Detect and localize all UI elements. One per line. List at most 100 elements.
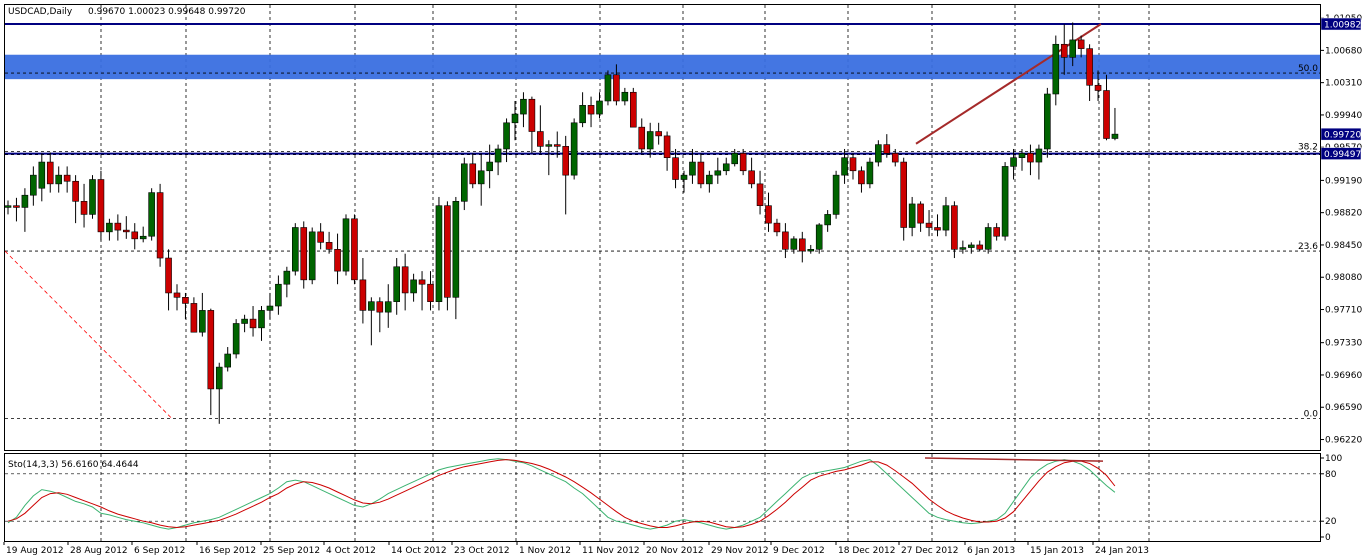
- candle-body: [258, 310, 265, 329]
- candle-body: [858, 170, 865, 185]
- candle-body: [224, 353, 231, 368]
- symbol-title: USDCAD,Daily: [8, 7, 73, 17]
- fib-level-label: 50.0: [1298, 64, 1318, 74]
- candle-body: [773, 222, 781, 233]
- candle-body: [63, 174, 71, 182]
- candle-body: [46, 161, 54, 185]
- candle-body: [1103, 90, 1110, 139]
- candle-body: [1044, 93, 1051, 150]
- x-tick-label: 24 Jan 2013: [1095, 546, 1149, 556]
- candle-body: [308, 231, 316, 281]
- candle-body: [680, 174, 688, 180]
- candle-body: [993, 227, 1000, 237]
- candle-body: [1027, 153, 1034, 163]
- candle-body: [30, 174, 37, 196]
- y-tick-label: 0.97330: [1325, 339, 1362, 349]
- candle-body: [537, 131, 544, 147]
- x-tick-label: 6 Jan 2013: [967, 546, 1015, 556]
- candle-body: [782, 231, 789, 250]
- candle-body: [173, 292, 181, 298]
- candle-body: [1010, 157, 1017, 167]
- candle-body: [959, 247, 967, 250]
- candle-body: [452, 201, 460, 298]
- candle-body: [849, 157, 857, 172]
- candle-body: [596, 100, 603, 115]
- stoch-tick-label: 20: [1325, 517, 1337, 527]
- candle-body: [38, 161, 46, 189]
- fib-level-label: 38.2: [1298, 143, 1318, 153]
- candle-body: [629, 91, 637, 128]
- candle-body: [900, 161, 908, 228]
- candle-body: [663, 135, 671, 158]
- y-tick-label: 0.96960: [1325, 371, 1362, 381]
- candle-body: [621, 91, 629, 102]
- candle-body: [613, 74, 620, 102]
- candle-body: [435, 205, 443, 302]
- candle-body: [731, 153, 739, 165]
- candle-body: [232, 323, 240, 355]
- x-tick-label: 14 Oct 2012: [391, 546, 447, 556]
- x-tick-label: 23 Oct 2012: [454, 546, 510, 556]
- candle-body: [587, 105, 595, 115]
- candle-body: [520, 98, 527, 115]
- candle-body: [967, 244, 975, 248]
- candle-body: [351, 218, 358, 281]
- candle-body: [908, 203, 916, 228]
- zones-layer: [5, 54, 1320, 80]
- price-tag-label: 0.99720: [1324, 131, 1361, 141]
- chart-canvas: 50.038.223.60.0 1.010501.006801.003100.9…: [0, 0, 1365, 560]
- candle-body: [494, 148, 502, 163]
- candle-body: [604, 74, 612, 102]
- ohlc-readout: 0.99670 1.00023 0.99648 0.99720: [88, 7, 246, 17]
- stoch-tick-label: 0: [1325, 533, 1331, 543]
- candle-body: [875, 144, 882, 163]
- x-tick-label: 25 Sep 2012: [263, 546, 320, 556]
- candle-body: [241, 318, 248, 324]
- supply-zone: [5, 54, 1320, 80]
- candle-body: [1086, 48, 1093, 86]
- y-tick-label: 0.96590: [1325, 403, 1362, 413]
- candle-body: [418, 279, 426, 285]
- candle-body: [570, 122, 578, 176]
- candle-body: [97, 179, 105, 233]
- candle-body: [697, 161, 705, 185]
- x-tick-label: 28 Aug 2012: [70, 546, 128, 556]
- candle-body: [21, 194, 29, 208]
- candle-body: [689, 161, 696, 176]
- y-tick-label: 0.98450: [1325, 241, 1362, 251]
- candle-body: [156, 192, 164, 259]
- fib-level-label: 23.6: [1298, 242, 1318, 252]
- candle-body: [672, 157, 679, 180]
- candle-body: [706, 174, 713, 185]
- candle-body: [917, 203, 924, 224]
- y-tick-label: 1.00680: [1325, 46, 1362, 56]
- candle-body: [883, 144, 891, 154]
- candle-body: [714, 170, 722, 176]
- candle-body: [1094, 84, 1102, 91]
- candle-body: [638, 126, 646, 150]
- candle-body: [553, 144, 561, 147]
- candle-body: [951, 205, 958, 250]
- stoch-tick-label: 100: [1325, 454, 1342, 464]
- candle-body: [976, 244, 984, 250]
- candle-body: [1060, 43, 1068, 58]
- candle-body: [72, 180, 79, 202]
- candle-body: [579, 105, 586, 124]
- candle-body: [646, 131, 654, 150]
- candle-body: [359, 279, 367, 311]
- candle-body: [562, 146, 570, 176]
- x-tick-label: 16 Sep 2012: [199, 546, 256, 556]
- candle-body: [655, 131, 662, 137]
- x-tick-label: 1 Nov 2012: [519, 546, 571, 556]
- price-tag-label: 1.00982: [1324, 21, 1361, 31]
- candle-body: [832, 174, 840, 215]
- candle-body: [334, 249, 341, 272]
- candle-body: [190, 303, 198, 333]
- candle-body: [89, 179, 96, 215]
- x-tick-label: 19 Aug 2012: [6, 546, 64, 556]
- candle-body: [384, 301, 392, 313]
- candle-body: [55, 174, 63, 185]
- candle-body: [165, 257, 172, 294]
- candle-body: [1035, 148, 1043, 163]
- candle-body: [427, 283, 434, 302]
